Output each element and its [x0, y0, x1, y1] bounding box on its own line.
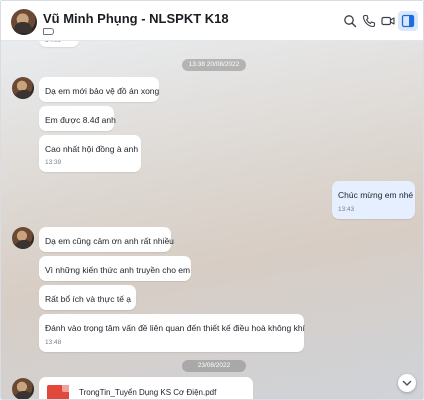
- scroll-to-bottom-button[interactable]: [398, 374, 416, 392]
- message-bubble[interactable]: Em được 8.4đ anh: [39, 106, 116, 131]
- date-separator: 13:38 20/08/2022: [182, 59, 246, 71]
- video-call-icon[interactable]: [381, 14, 395, 28]
- message-bubble[interactable]: Đánh vào trọng tâm vấn đề liên quan đến …: [39, 314, 305, 352]
- message-bubble[interactable]: Dạ em mới bảo vệ đồ án xong: [39, 77, 159, 102]
- conversation-area[interactable]: 14:09 13:38 20/08/2022 Dạ em mới bảo vệ …: [1, 31, 423, 399]
- chevron-down-icon: [402, 380, 412, 386]
- message-text: Vì những kiến thức anh truyền cho em: [45, 265, 191, 275]
- message-text: Cao nhất hội đồng à anh: [45, 144, 139, 154]
- message-time: 13:43: [338, 206, 355, 213]
- message-time: 13:39: [45, 159, 62, 166]
- sender-avatar[interactable]: [12, 227, 34, 249]
- my-message-bubble[interactable]: Chúc mừng em nhé 13:43: [332, 181, 415, 219]
- chat-window: Vũ Minh Phụng - NLSPKT K18 14:09 13:38 2…: [0, 0, 424, 400]
- file-name[interactable]: TrongTin_Tuyển Dụng KS Cơ Điện.pdf: [79, 388, 216, 397]
- sidebar-toggle-icon[interactable]: [398, 11, 418, 31]
- message-bubble[interactable]: Vì những kiến thức anh truyền cho em: [39, 256, 191, 281]
- phone-icon[interactable]: [362, 14, 376, 28]
- search-icon[interactable]: [343, 14, 357, 28]
- chat-header: Vũ Minh Phụng - NLSPKT K18: [1, 1, 423, 41]
- date-separator: 23/08/2022: [182, 360, 246, 372]
- message-text: Em được 8.4đ anh: [45, 115, 116, 125]
- message-text: Dạ em cũng cảm ơn anh rất nhiều: [45, 236, 174, 246]
- contact-avatar[interactable]: [11, 9, 37, 35]
- file-message[interactable]: TrongTin_Tuyển Dụng KS Cơ Điện.pdf: [39, 377, 253, 399]
- message-bubble[interactable]: Dạ em cũng cảm ơn anh rất nhiều: [39, 227, 174, 252]
- message-bubble[interactable]: Cao nhất hội đồng à anh 13:39: [39, 135, 141, 172]
- message-text: Đánh vào trọng tâm vấn đề liên quan đến …: [45, 323, 305, 333]
- message-text: Dạ em mới bảo vệ đồ án xong: [45, 86, 160, 96]
- pdf-file-icon: [47, 385, 69, 399]
- contact-name[interactable]: Vũ Minh Phụng - NLSPKT K18: [43, 11, 229, 26]
- message-text: Rất bổ ích và thực tế ạ: [45, 294, 132, 304]
- message-text: Chúc mừng em nhé: [338, 190, 414, 200]
- message-time: 13:48: [45, 339, 62, 346]
- message-bubble[interactable]: Rất bổ ích và thực tế ạ: [39, 285, 136, 310]
- tag-icon[interactable]: [43, 28, 54, 35]
- sender-avatar[interactable]: [12, 77, 34, 99]
- sender-avatar[interactable]: [12, 378, 34, 399]
